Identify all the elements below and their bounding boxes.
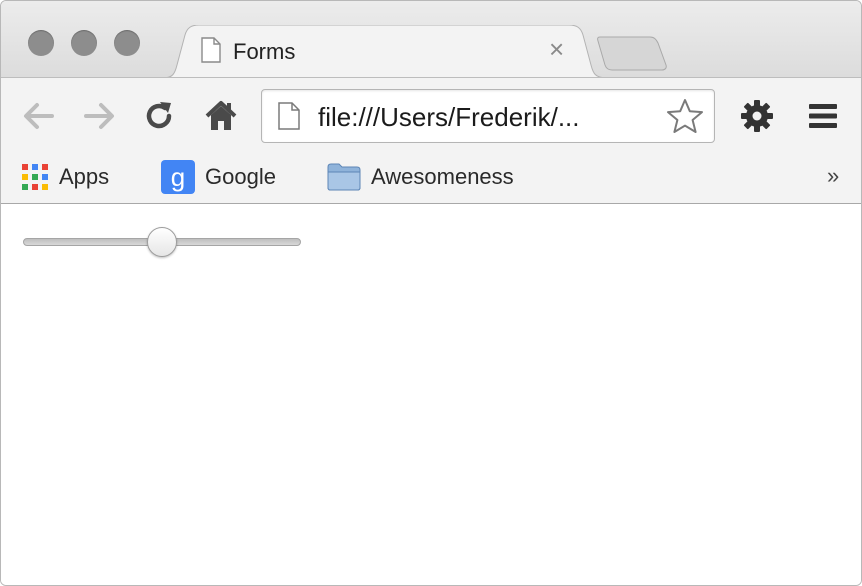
- bookmark-label: Awesomeness: [371, 164, 514, 189]
- tab-strip: Forms ×: [1, 1, 861, 78]
- forward-button[interactable]: [79, 96, 119, 136]
- folder-icon: [327, 163, 361, 191]
- arrow-right-icon: [84, 103, 114, 129]
- close-window-button[interactable]: [28, 30, 54, 56]
- bookmark-label: Google: [205, 164, 276, 189]
- menu-button[interactable]: [803, 96, 843, 136]
- hamburger-icon: [809, 104, 837, 128]
- star-icon: [667, 99, 703, 133]
- back-button[interactable]: [19, 96, 59, 136]
- apps-grid-icon: [22, 164, 48, 190]
- home-button[interactable]: [201, 96, 241, 136]
- slider-thumb[interactable]: [147, 227, 177, 257]
- page-icon: [201, 37, 221, 68]
- google-icon: g: [161, 160, 195, 194]
- tab-close-icon[interactable]: ×: [549, 36, 564, 62]
- page-content: [1, 204, 861, 585]
- zoom-window-button[interactable]: [114, 30, 140, 56]
- bookmarks-overflow-button[interactable]: »: [827, 163, 839, 189]
- address-text: file:///Users/Frederik/...: [318, 102, 580, 132]
- page-icon: [278, 102, 300, 135]
- bookmark-google[interactable]: g Google: [161, 160, 276, 194]
- gear-icon: [741, 100, 773, 132]
- new-tab-button[interactable]: [596, 35, 668, 76]
- svg-text:g: g: [171, 162, 185, 192]
- bookmark-apps[interactable]: Apps: [21, 161, 109, 193]
- settings-button[interactable]: [737, 96, 777, 136]
- reload-icon: [146, 102, 172, 129]
- home-icon: [205, 101, 237, 130]
- bookmark-awesomeness[interactable]: Awesomeness: [327, 161, 514, 193]
- browser-window: Forms × file:///Users/Frederik/... Apps …: [0, 0, 862, 586]
- address-bar[interactable]: file:///Users/Frederik/...: [261, 89, 715, 143]
- minimize-window-button[interactable]: [71, 30, 97, 56]
- bookmarks-bar: Apps g Google Awesomeness »: [1, 153, 861, 204]
- tab-title: Forms: [233, 39, 296, 64]
- toolbar: file:///Users/Frederik/...: [1, 77, 861, 154]
- tab-background: [163, 25, 607, 78]
- reload-button[interactable]: [139, 96, 179, 136]
- arrow-left-icon: [24, 103, 54, 129]
- bookmark-star-button[interactable]: [666, 98, 704, 139]
- bookmark-label: Apps: [59, 164, 110, 189]
- tab-forms[interactable]: Forms ×: [163, 25, 607, 78]
- range-slider[interactable]: [23, 226, 303, 260]
